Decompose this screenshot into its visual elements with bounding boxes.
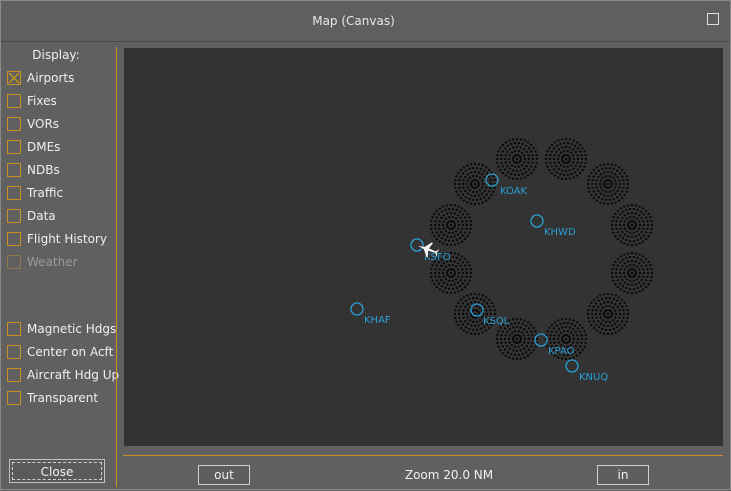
checkbox-transparent[interactable]: Transparent <box>7 389 122 407</box>
checkbox-label: Airports <box>27 71 75 85</box>
airport-knuq[interactable]: KNUQ <box>565 359 608 383</box>
checkbox-label: NDBs <box>27 163 60 177</box>
airport-label: KOAK <box>500 186 528 197</box>
checkbox-label: DMEs <box>27 140 61 154</box>
vor-symbol <box>495 137 539 181</box>
checkbox-center-on-acft[interactable]: Center on Acft <box>7 343 122 361</box>
checkbox-box[interactable] <box>7 232 21 246</box>
check-x-icon <box>8 72 20 84</box>
window-title: Map (Canvas) <box>312 14 395 28</box>
map-canvas[interactable]: KOAK KHWD KSFO KHAF KSQL KPAO KNUQ <box>124 48 723 446</box>
vor-symbol <box>429 203 473 247</box>
airport-label: KNUQ <box>579 372 608 383</box>
checkbox-label: Fixes <box>27 94 57 108</box>
zoom-out-button[interactable]: out <box>198 465 250 485</box>
airport-icon <box>530 214 544 228</box>
maximize-icon[interactable] <box>707 13 719 25</box>
vor-rings <box>429 137 654 361</box>
title-bar[interactable]: Map (Canvas) <box>1 1 730 42</box>
checkbox-box[interactable] <box>7 391 21 405</box>
airport-icon <box>350 302 364 316</box>
checkbox-ndbs[interactable]: NDBs <box>7 161 122 179</box>
checkbox-box[interactable] <box>7 94 21 108</box>
checkbox-label: Center on Acft <box>27 345 114 359</box>
checkbox-weather: Weather <box>7 253 122 271</box>
display-label: Display: <box>32 48 80 62</box>
airport-label: KPAO <box>548 346 575 357</box>
checkbox-label: Data <box>27 209 56 223</box>
checkbox-airports[interactable]: Airports <box>7 69 122 87</box>
checkbox-fixes[interactable]: Fixes <box>7 92 122 110</box>
checkbox-dmes[interactable]: DMEs <box>7 138 122 156</box>
airport-label: KHAF <box>364 315 391 326</box>
vor-symbol <box>544 137 588 181</box>
close-button-label: Close <box>12 462 102 480</box>
checkbox-box[interactable] <box>7 186 21 200</box>
airport-label: KHWD <box>544 227 576 238</box>
checkbox-flight-history[interactable]: Flight History <box>7 230 122 248</box>
checkbox-label: Traffic <box>27 186 64 200</box>
airport-koak[interactable]: KOAK <box>485 173 528 197</box>
vertical-divider <box>116 47 117 487</box>
checkbox-magnetic-hdgs[interactable]: Magnetic Hdgs <box>7 320 122 338</box>
checkbox-box[interactable] <box>7 140 21 154</box>
checkbox-box[interactable] <box>7 345 21 359</box>
left-panel: Display: Airports Fixes VORs DMEs NDBs T… <box>1 42 119 491</box>
airport-icon <box>565 359 579 373</box>
zoom-bar: out Zoom 20.0 NM in <box>123 457 723 491</box>
checkbox-box[interactable] <box>7 163 21 177</box>
vor-symbol <box>610 251 654 295</box>
zoom-in-button[interactable]: in <box>597 465 649 485</box>
zoom-level: Zoom 20.0 NM <box>404 468 494 482</box>
checkbox-traffic[interactable]: Traffic <box>7 184 122 202</box>
checkbox-box[interactable] <box>7 117 21 131</box>
checkbox-label: Magnetic Hdgs <box>27 322 117 336</box>
airport-label: KSQL <box>483 316 510 327</box>
checkbox-box[interactable] <box>7 71 21 85</box>
airport-ksql[interactable]: KSQL <box>470 303 510 327</box>
checkbox-aircraft-hdg-up[interactable]: Aircraft Hdg Up <box>7 366 122 384</box>
checkbox-label: Flight History <box>27 232 108 246</box>
vor-symbol <box>586 292 630 336</box>
close-button[interactable]: Close <box>9 459 105 483</box>
checkbox-box <box>7 255 21 269</box>
checkbox-box[interactable] <box>7 322 21 336</box>
airport-khwd[interactable]: KHWD <box>530 214 576 238</box>
checkbox-label: Weather <box>27 255 78 269</box>
checkbox-label: Transparent <box>27 391 99 405</box>
checkbox-label: Aircraft Hdg Up <box>27 368 120 382</box>
checkbox-vors[interactable]: VORs <box>7 115 122 133</box>
horizontal-divider <box>123 455 723 456</box>
checkbox-box[interactable] <box>7 368 21 382</box>
vor-symbol <box>610 203 654 247</box>
vor-symbol <box>586 162 630 206</box>
vor-symbol <box>453 292 497 336</box>
airports-layer: KOAK KHWD KSFO KHAF KSQL KPAO KNUQ <box>350 173 608 383</box>
map-svg[interactable]: KOAK KHWD KSFO KHAF KSQL KPAO KNUQ <box>124 48 723 446</box>
checkbox-label: VORs <box>27 117 60 131</box>
vor-symbol <box>453 162 497 206</box>
airport-icon <box>410 238 424 252</box>
airport-khaf[interactable]: KHAF <box>350 302 391 326</box>
checkbox-box[interactable] <box>7 209 21 223</box>
map-window: Map (Canvas) Display: Airports Fixes VOR… <box>0 0 731 490</box>
checkbox-data[interactable]: Data <box>7 207 122 225</box>
